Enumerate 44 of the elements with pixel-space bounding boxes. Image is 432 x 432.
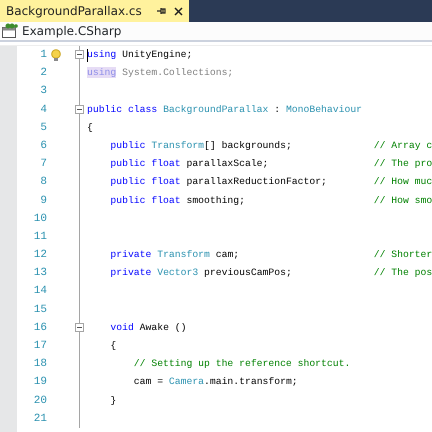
code-line: using UnityEngine; (87, 48, 192, 64)
line-number: 21 (32, 412, 47, 427)
collapse-toggle[interactable] (75, 322, 84, 332)
code-line: // Setting up the reference shortcut. (132, 357, 350, 372)
line-number: 10 (32, 212, 47, 227)
code-line: } (109, 394, 116, 408)
code-line: public float parallaxReductionFactor; // How muc (109, 175, 432, 190)
line-number: 14 (32, 284, 47, 300)
line-number: 12 (32, 248, 47, 264)
project-dropdown[interactable]: Example.CSharp (0, 21, 126, 41)
line-number: 1 (39, 48, 47, 63)
line-number: 18 (32, 357, 47, 372)
line-number: 9 (39, 194, 47, 208)
line-number: 7 (39, 157, 47, 172)
line-number: 5 (39, 120, 47, 136)
lightbulb-icon[interactable] (51, 48, 61, 62)
line-number: 4 (39, 102, 47, 118)
line-number: 8 (39, 175, 47, 190)
collapse-toggle[interactable] (75, 104, 84, 114)
code-line: public Transform[] backgrounds; // Array c (109, 138, 432, 153)
code-line: void Awake () (109, 320, 186, 335)
collapse-toggle[interactable] (75, 50, 84, 59)
code-line: private Vector3 previousCamPos; // The pos (109, 266, 432, 280)
line-number: 2 (39, 66, 47, 82)
code-line: { (87, 120, 93, 135)
code-line: public class BackgroundParallax : MonoBehaviour (87, 102, 362, 117)
code-line: using System.Collections; (87, 66, 234, 80)
line-number: 15 (32, 302, 47, 318)
line-number: 3 (39, 84, 47, 100)
line-number: 13 (32, 266, 47, 282)
line-number: 19 (32, 375, 47, 390)
line-number: 16 (32, 320, 47, 336)
code-line: public float parallaxScale; // The pro (109, 157, 432, 172)
code-line: cam = Camera.main.transform; (132, 375, 298, 390)
line-number: 17 (32, 339, 47, 354)
line-number: 11 (32, 230, 47, 245)
code-line: private Transform cam; // Shorter (109, 248, 432, 262)
line-number: 20 (32, 394, 47, 409)
pin-icon[interactable] (156, 6, 166, 16)
document-tab[interactable]: BackgroundParallax.cs (0, 0, 189, 22)
code-line: public float smoothing; // How smo (109, 194, 432, 208)
close-icon[interactable] (174, 6, 183, 16)
line-number: 6 (39, 138, 47, 154)
code-line: { (109, 339, 116, 353)
